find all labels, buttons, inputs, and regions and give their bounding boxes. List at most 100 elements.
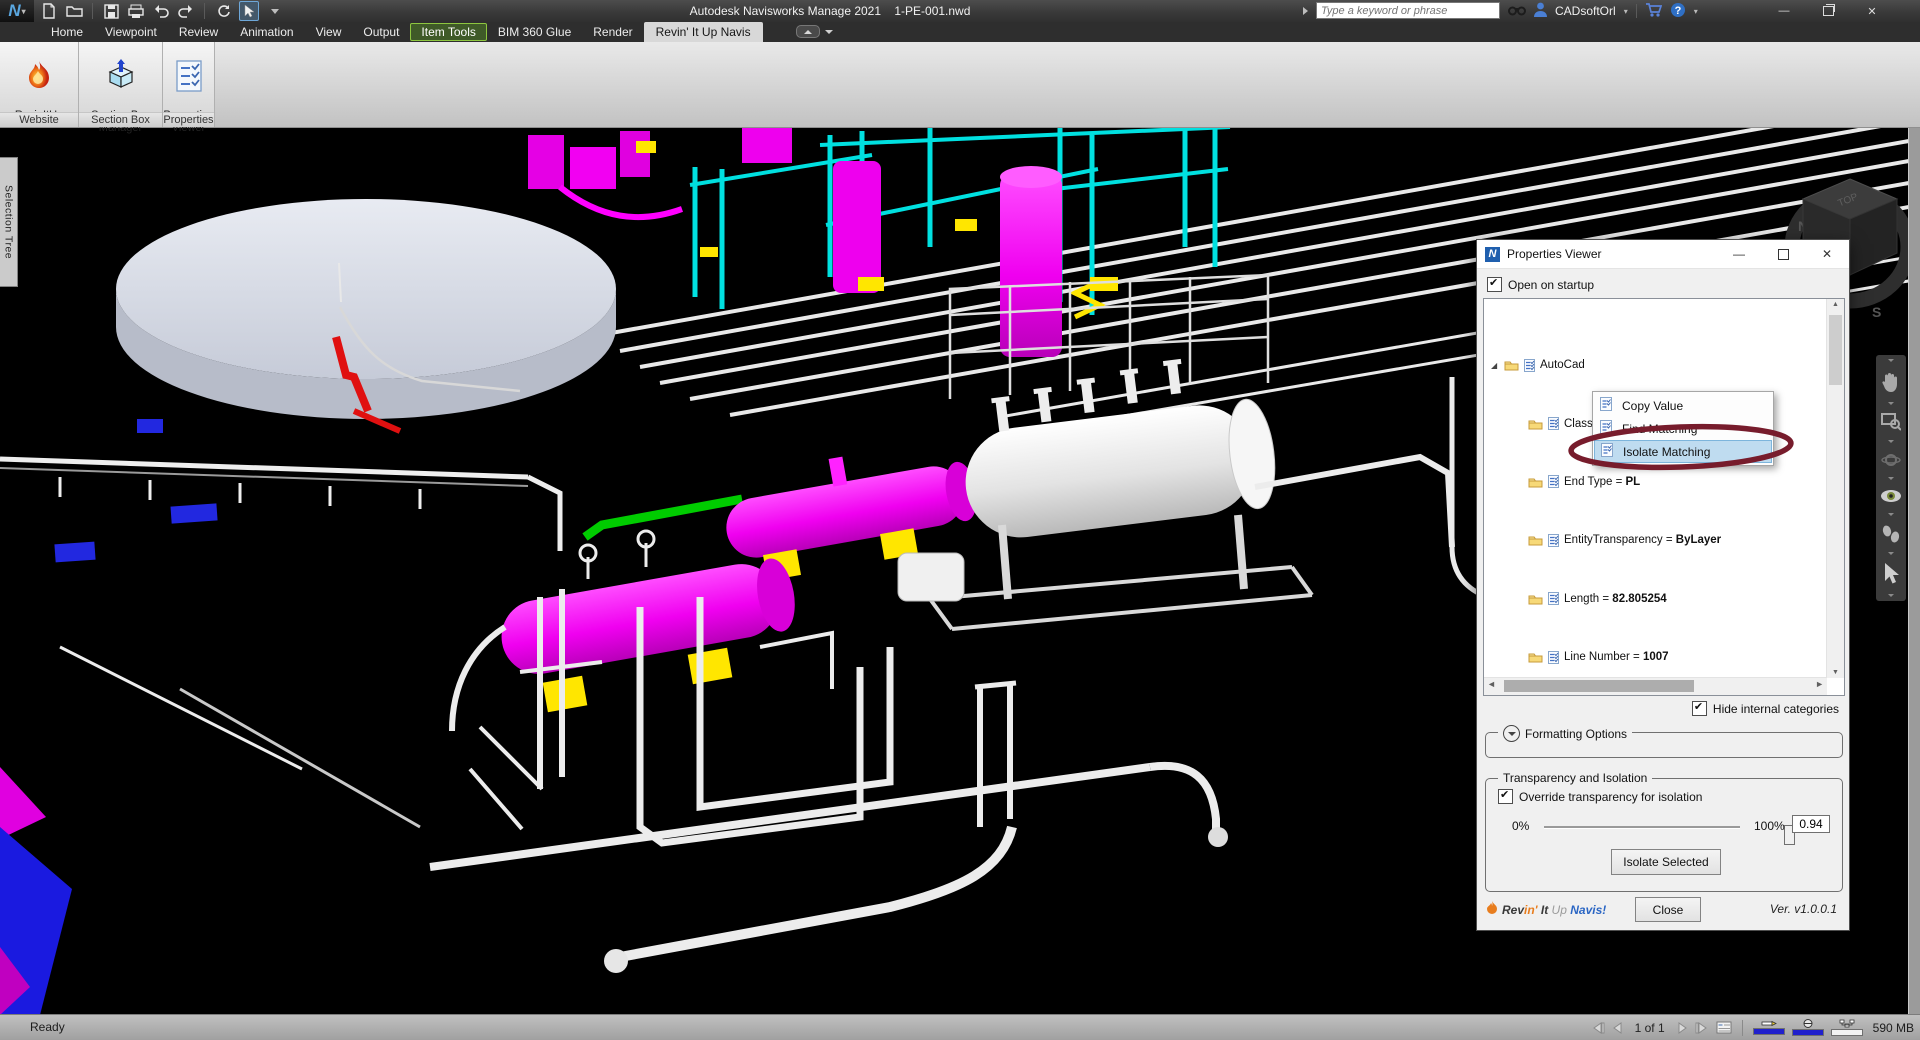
isolate-selected-button[interactable]: Isolate Selected xyxy=(1611,849,1721,875)
print-icon[interactable] xyxy=(127,2,145,20)
application-menu-button[interactable]: N ▾ xyxy=(0,0,34,22)
property-item-icon xyxy=(1548,417,1559,431)
dialog-maximize-button[interactable] xyxy=(1761,240,1805,268)
search-input[interactable] xyxy=(1316,2,1500,19)
transparency-group-title: Transparency and Isolation xyxy=(1503,771,1648,785)
selection-tree-tab[interactable]: Selection Tree xyxy=(0,157,18,287)
navbar-chevron-icon[interactable] xyxy=(1888,513,1894,516)
previous-sheet-icon[interactable] xyxy=(1612,1021,1624,1034)
revinitup-button[interactable]: RevinItUp xyxy=(0,46,78,122)
search-expand-icon[interactable] xyxy=(1303,7,1308,15)
select-arrow-icon[interactable] xyxy=(1883,563,1899,585)
next-sheet-icon[interactable] xyxy=(1676,1021,1688,1034)
refresh-icon[interactable] xyxy=(214,2,232,20)
ribbon-tab[interactable]: BIM 360 Glue xyxy=(487,23,582,41)
look-eye-icon[interactable] xyxy=(1880,488,1902,504)
window-title: Autodesk Navisworks Manage 2021 1-PE-001… xyxy=(689,4,971,18)
redo-icon[interactable] xyxy=(177,2,195,20)
scroll-left-icon[interactable]: ◄ xyxy=(1487,679,1496,689)
ribbon-panel-area: RevinItUp Website Section Box Manager Se… xyxy=(0,42,1920,134)
scroll-down-icon[interactable]: ▼ xyxy=(1827,669,1844,676)
context-menu-item[interactable]: Find Matching xyxy=(1594,417,1772,440)
ribbon-tab[interactable]: Revin' It Up Navis xyxy=(643,21,763,43)
scrollbar-thumb[interactable] xyxy=(1504,680,1694,692)
first-sheet-icon[interactable] xyxy=(1591,1021,1605,1034)
minimize-button[interactable]: — xyxy=(1762,0,1806,22)
tree-expander-icon[interactable]: ◢ xyxy=(1491,361,1504,370)
property-tree-row[interactable]: Length = 82.805254 xyxy=(1484,591,1827,607)
binoculars-search-icon[interactable] xyxy=(1508,3,1526,19)
property-tree-row[interactable]: End Type = PL xyxy=(1484,474,1827,490)
ribbon-tab[interactable]: View xyxy=(305,23,353,41)
ribbon-collapse-icon[interactable] xyxy=(796,25,820,38)
white-vessel-platform xyxy=(948,273,1270,399)
tree-horizontal-scrollbar[interactable]: ◄ ► xyxy=(1484,677,1827,695)
new-document-icon[interactable] xyxy=(40,2,58,20)
ribbon-tab[interactable]: Viewpoint xyxy=(94,23,168,41)
navbar-chevron-icon[interactable] xyxy=(1888,401,1894,405)
override-transparency-checkbox[interactable] xyxy=(1498,788,1513,804)
restore-button[interactable] xyxy=(1806,0,1850,22)
zoom-window-icon[interactable] xyxy=(1881,413,1901,431)
ribbon-tab[interactable]: Render xyxy=(582,23,643,41)
property-item-icon xyxy=(1548,650,1559,664)
property-tree-row[interactable]: EntityTransparency = ByLayer xyxy=(1484,532,1827,548)
orbit-icon[interactable] xyxy=(1881,452,1901,468)
folder-icon xyxy=(1528,651,1543,663)
transparency-isolation-group: Transparency and Isolation Override tran… xyxy=(1485,771,1843,892)
signed-in-username[interactable]: CADsoftOrl xyxy=(1555,4,1616,18)
ribbon-panel-section-box: Section Box Manager Section Box xyxy=(79,42,163,134)
help-icon[interactable]: ? xyxy=(1670,2,1686,21)
undo-icon[interactable] xyxy=(152,2,170,20)
ribbon-tab[interactable]: Output xyxy=(352,23,410,41)
ribbon-tab[interactable]: Review xyxy=(168,23,229,41)
ribbon-tab[interactable]: Animation xyxy=(229,23,304,41)
folder-icon xyxy=(1528,534,1543,546)
ribbon-tab[interactable]: Home xyxy=(40,23,94,41)
open-on-startup-checkbox[interactable] xyxy=(1487,276,1502,292)
help-menu-chevron-icon[interactable]: ▾ xyxy=(1694,7,1698,16)
cart-icon[interactable] xyxy=(1645,2,1662,20)
hide-internal-categories-checkbox[interactable] xyxy=(1691,700,1707,716)
ribbon-tab[interactable]: Item Tools xyxy=(410,23,487,41)
ribbon-collapse-chevron-icon[interactable] xyxy=(825,29,833,34)
select-cursor-icon[interactable] xyxy=(239,1,259,21)
scrollbar-thumb[interactable] xyxy=(1829,315,1842,385)
navbar-chevron-icon[interactable] xyxy=(1888,551,1894,555)
open-folder-icon[interactable] xyxy=(65,2,83,20)
context-menu-item[interactable]: Copy Value xyxy=(1594,394,1772,417)
context-menu-item[interactable]: Isolate Matching xyxy=(1594,440,1772,463)
save-icon[interactable] xyxy=(102,2,120,20)
title-bar: N ▾ Autodesk Navisworks Manage 2021 1-PE-… xyxy=(0,0,1920,22)
user-menu-chevron-icon[interactable]: ▾ xyxy=(1624,7,1628,16)
close-button[interactable]: ✕ xyxy=(1850,0,1894,22)
sheet-browser-icon[interactable] xyxy=(1716,1021,1732,1034)
folder-icon xyxy=(1528,593,1543,605)
dialog-close-icon[interactable]: ✕ xyxy=(1805,240,1849,268)
network-icon xyxy=(1839,1019,1855,1028)
transparency-value-input[interactable] xyxy=(1792,815,1830,833)
toolbar-dropdown-icon[interactable] xyxy=(266,2,284,20)
navbar-chevron-icon[interactable] xyxy=(1888,476,1894,480)
close-button[interactable]: Close xyxy=(1635,897,1701,922)
property-tree-row[interactable]: Line Number = 1007 xyxy=(1484,649,1827,665)
navbar-chevron-icon[interactable] xyxy=(1888,359,1894,362)
tree-vertical-scrollbar[interactable]: ▲ ▼ xyxy=(1826,299,1844,678)
checklist-icon xyxy=(175,60,202,92)
dialog-minimize-button[interactable]: — xyxy=(1717,240,1761,268)
navbar-chevron-icon[interactable] xyxy=(1888,594,1894,597)
properties-viewer-titlebar[interactable]: N Properties Viewer — ✕ xyxy=(1477,240,1849,269)
walk-icon[interactable] xyxy=(1882,525,1900,543)
navbar-chevron-icon[interactable] xyxy=(1888,440,1894,443)
menu-item-label: Copy Value xyxy=(1622,398,1684,413)
panel-label-section-box: Section Box xyxy=(79,112,162,127)
scroll-up-icon[interactable]: ▲ xyxy=(1827,301,1844,308)
expander-chevron-icon[interactable] xyxy=(1503,725,1520,742)
transparency-slider[interactable] xyxy=(1544,825,1795,845)
property-tree-row[interactable]: ◢ AutoCad xyxy=(1484,357,1827,373)
pan-hand-icon[interactable] xyxy=(1881,371,1901,393)
slider-min-label: 0% xyxy=(1512,819,1530,833)
small-white-tank xyxy=(897,552,965,602)
last-sheet-icon[interactable] xyxy=(1695,1021,1709,1034)
scroll-right-icon[interactable]: ► xyxy=(1815,679,1824,689)
